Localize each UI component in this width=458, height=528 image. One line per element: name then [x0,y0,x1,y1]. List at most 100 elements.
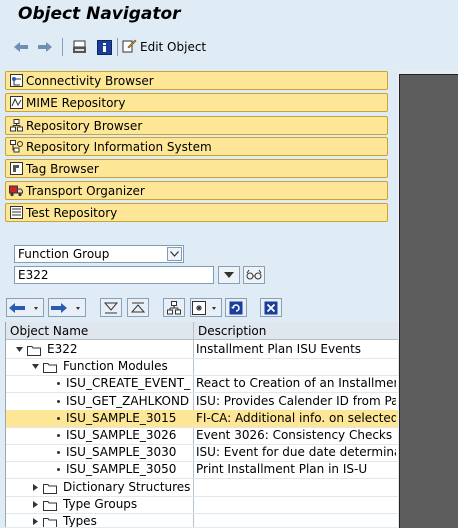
object-type-select[interactable]: Function Group [14,245,184,263]
tag-browser-button[interactable]: Tag Browser [5,159,388,178]
tree-node-name: ISU_CREATE_EVENT_ [66,376,191,390]
tree-item-row[interactable]: ISU_SAMPLE_3050 Print Installment Plan in… [6,461,398,478]
collapse-right-icon[interactable] [30,513,40,527]
hierarchy-icon [167,300,181,314]
folder-icon [43,499,57,511]
bullet-icon [57,468,60,471]
tree-item-row[interactable]: ISU_CREATE_EVENT_ React to Creation of an… [6,375,398,392]
tree-item-row[interactable]: ISU_SAMPLE_3030 ISU: Event for due date d… [6,444,398,461]
object-name-value: E322 [18,268,49,282]
object-list-menu-button[interactable] [190,298,222,317]
tag-icon [9,162,23,176]
chevron-down-icon[interactable] [167,247,182,261]
nav-button-label: Repository Browser [26,118,143,133]
glasses-icon [246,269,262,280]
expand-down-icon[interactable] [30,358,40,375]
connectivity-icon [9,74,23,88]
triangle-down-icon [224,272,234,278]
tree-node-name: ISU_SAMPLE_3015 [66,411,177,425]
display-glasses-button[interactable] [243,266,265,284]
repository-info-icon [9,140,23,154]
tree-node-name: ISU_SAMPLE_3030 [66,445,177,459]
tree-node-name: Type Groups [63,497,138,511]
test-repository-icon [9,206,23,220]
object-type-value: Function Group [18,247,110,261]
folder-icon [43,361,57,373]
expand-all-button[interactable] [100,298,122,317]
info-icon[interactable] [95,37,113,57]
collapse-right-icon[interactable] [30,496,40,513]
collapse-all-button[interactable] [127,298,149,317]
nav-button-label: Repository Information System [26,139,212,154]
transport-organizer-button[interactable]: Transport Organizer [5,181,388,200]
editor-area-inner [399,74,458,528]
tree-node-description: Print Installment Plan in IS-U [196,462,368,476]
tree-node-name: ISU_SAMPLE_3050 [66,462,177,476]
tree-node-description: FI-CA: Additional info. on selected i [196,411,396,425]
truck-icon [9,184,23,198]
folder-icon [43,482,57,494]
repository-browser-button[interactable]: Repository Browser [5,116,388,135]
close-browser-button[interactable] [260,298,282,317]
tree-folder-row[interactable]: Dictionary Structures [6,479,398,496]
app-toolbar: Edit Object [0,34,458,60]
forward-arrow-icon[interactable] [36,37,54,57]
bullet-icon [57,434,60,437]
nav-button-label: Transport Organizer [26,183,145,198]
editor-area [397,70,458,528]
connectivity-browser-button[interactable]: Connectivity Browser [5,71,388,90]
collapse-down-icon [104,302,118,313]
collapse-up-icon [131,302,145,312]
close-icon [264,301,278,314]
tree-node-description: ISU: Event for due date determinat [196,445,396,459]
tree-folder-row[interactable]: Function Modules [6,358,398,375]
dropdown-triangle-button[interactable] [218,266,240,284]
tree-node-name: Function Modules [63,359,168,373]
tree-item-row[interactable]: ISU_GET_ZAHLKOND ISU: Provides Calender I… [6,393,398,410]
tree-node-name: ISU_SAMPLE_3026 [66,428,177,442]
folder-icon [43,516,57,527]
tree-node-description: ISU: Provides Calender ID from Payi [196,394,396,408]
back-arrow-icon [9,302,38,313]
display-other-object-icon[interactable] [70,37,88,57]
hierarchy-button[interactable] [163,298,185,317]
bullet-icon [57,417,60,420]
expand-down-icon[interactable] [14,341,24,358]
object-name-input[interactable]: E322 [14,266,214,284]
tree-node-description: Installment Plan ISU Events [196,342,362,356]
bullet-icon [57,451,60,454]
column-header-object-name[interactable]: Object Name [6,322,193,340]
tree-node-name: Types [63,514,97,527]
bullet-icon [57,400,60,403]
mime-icon [9,96,23,110]
refresh-button[interactable] [225,298,247,317]
previous-object-button[interactable] [6,298,44,317]
nav-button-label: Connectivity Browser [26,73,154,88]
object-list-icon [192,300,216,315]
title-bar: Object Navigator [0,0,458,30]
nav-button-label: Test Repository [26,205,118,220]
folder-icon [27,344,41,356]
repository-browser-icon [9,119,23,133]
tree-node-name: E322 [47,342,78,356]
test-repository-button[interactable]: Test Repository [5,203,388,222]
edit-object-button[interactable]: Edit Object [122,37,206,57]
bullet-icon [57,382,60,385]
repository-information-system-button[interactable]: Repository Information System [5,137,388,156]
next-object-button[interactable] [48,298,86,317]
back-arrow-icon[interactable] [12,37,30,57]
tree-folder-row[interactable]: Types [6,513,398,527]
tree-node-name: ISU_GET_ZAHLKOND [66,394,190,408]
nav-button-label: MIME Repository [26,95,126,110]
object-tree: Object Name Description E322 Installment … [5,322,398,527]
tree-folder-row[interactable]: E322 Installment Plan ISU Events [6,341,398,358]
mime-repository-button[interactable]: MIME Repository [5,93,388,112]
collapse-right-icon[interactable] [30,479,40,496]
tree-toolbar [0,297,397,319]
column-header-description[interactable]: Description [194,322,398,340]
tree-item-row[interactable]: ISU_SAMPLE_3026 Event 3026: Consistency C… [6,427,398,444]
tree-node-description: Event 3026: Consistency Checks [196,428,393,442]
tree-folder-row[interactable]: Type Groups [6,496,398,513]
edit-object-label: Edit Object [140,40,207,54]
tree-item-row[interactable]: ISU_SAMPLE_3015 FI-CA: Additional info. o… [6,410,398,427]
